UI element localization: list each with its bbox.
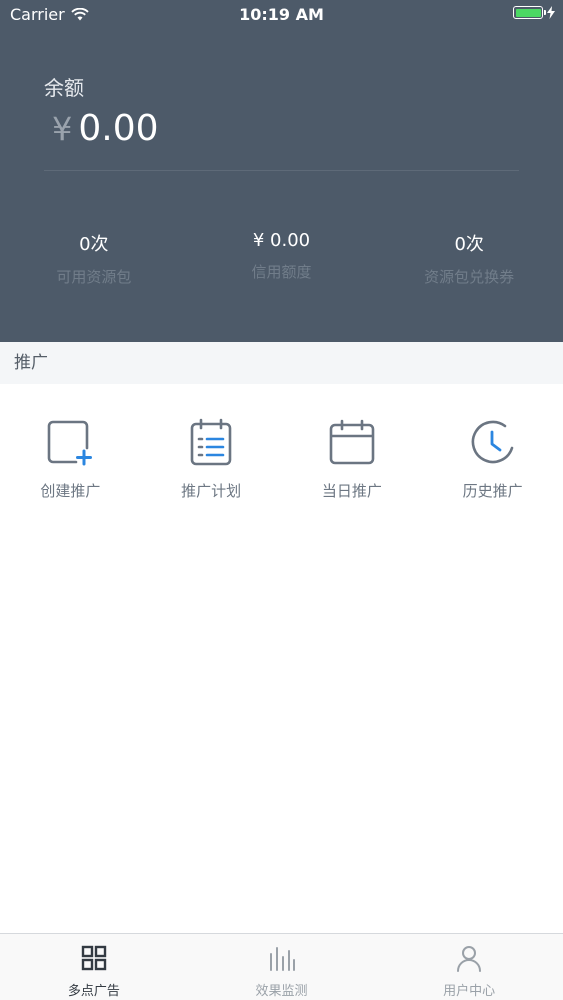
tab-bar: 多点广告 效果监测 用户中心 [0,933,563,1000]
battery-icon [513,6,546,19]
stat-label: 可用资源包 [56,268,132,286]
promotion-plan-icon [190,418,232,466]
balance-amount: ¥ 0.00 [52,108,159,149]
status-bar: Carrier 10:19 AM [0,0,563,30]
currency-symbol: ¥ [52,110,73,148]
tab-label: 多点广告 [67,984,120,999]
section-title-promotion: 推广 [0,342,563,384]
stat-available-packages[interactable]: 0次 可用资源包 [0,230,188,287]
action-label: 创建推广 [40,482,101,500]
tab-label: 效果监测 [255,984,308,999]
action-label: 推广计划 [181,482,242,500]
balance-label: 余额 [44,76,84,100]
tab-label: 用户中心 [443,984,496,999]
action-label: 当日推广 [321,482,382,500]
user-icon [457,946,482,972]
charging-bolt-icon [547,6,555,19]
clock-time: 10:19 AM [239,5,324,24]
stat-label: 资源包兑换券 [424,268,515,286]
create-promotion-icon [48,420,93,466]
tab-user-center[interactable]: 用户中心 [375,934,563,1000]
promotion-plan-button[interactable]: 推广计划 [141,418,282,501]
tab-multipoint-ads[interactable]: 多点广告 [0,934,188,1000]
tab-effect-monitoring[interactable]: 效果监测 [188,934,376,1000]
calendar-icon [329,419,375,465]
bar-chart-icon [269,947,295,971]
balance-header: Carrier 10:19 AM 余额 ¥ 0.00 0次 可用资源包 ¥ 0.… [0,0,563,342]
action-label: 历史推广 [462,482,523,500]
header-divider [44,170,519,171]
balance-stats: 0次 可用资源包 ¥ 0.00 信用额度 0次 资源包兑换券 [0,230,563,287]
stat-package-vouchers[interactable]: 0次 资源包兑换券 [375,230,563,287]
stat-value: 0次 [454,234,484,255]
stat-value: ¥ 0.00 [252,230,311,251]
history-promotion-button[interactable]: 历史推广 [422,418,563,501]
today-promotion-button[interactable]: 当日推广 [282,418,423,501]
stat-credit-limit[interactable]: ¥ 0.00 信用额度 [188,230,376,287]
battery-status [513,6,555,19]
create-promotion-button[interactable]: 创建推广 [0,418,141,501]
promotion-actions: 创建推广 推广计划 当日推广 历史推广 [0,418,563,501]
grid-icon [81,945,107,971]
balance-value: 0.00 [78,108,159,149]
stat-value: 0次 [79,234,109,255]
clock-icon [471,420,513,464]
stat-label: 信用额度 [251,263,312,281]
